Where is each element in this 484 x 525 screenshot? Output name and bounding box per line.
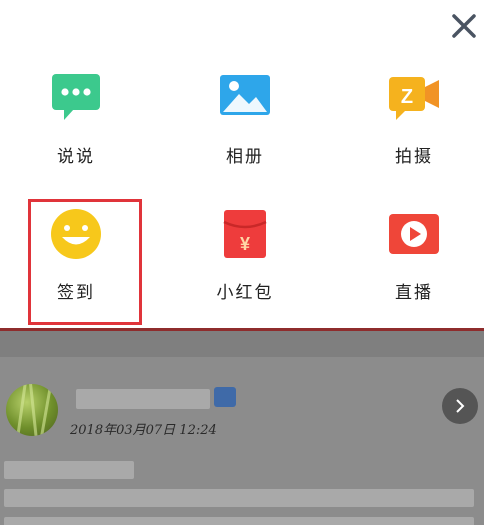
shuoshuo-label: 说说 [57,147,95,167]
smiley-icon [51,209,101,259]
album-label: 相册 [226,147,264,167]
share-sheet: 说说 相册 Z 拍摄 签到 ¥ 小红包 直播 [0,0,484,328]
post-timestamp: 2018年03月07日 12:24 [70,423,217,438]
close-icon [452,14,476,38]
live-play-icon [389,214,439,254]
shoot-label: 拍摄 [395,147,433,167]
close-button[interactable] [447,9,481,43]
red-envelope-icon: ¥ [223,210,267,258]
blurred-text-line-2 [4,489,474,507]
checkin-button[interactable]: 签到 [6,192,146,312]
blurred-text-line-1 [4,461,134,479]
checkin-label: 签到 [57,283,95,303]
feed-background-overlay[interactable]: 2018年03月07日 12:24 [0,331,484,525]
message-icon [52,74,100,120]
shuoshuo-button[interactable]: 说说 [6,56,146,176]
live-button[interactable]: 直播 [344,192,484,312]
blurred-username [76,389,210,409]
feed-top-band [0,331,484,357]
album-button[interactable]: 相册 [175,56,315,176]
red-packet-button[interactable]: ¥ 小红包 [175,192,315,312]
vip-badge-icon [214,387,236,407]
svg-text:Z: Z [401,86,413,108]
avatar[interactable] [6,384,58,436]
live-label: 直播 [395,283,433,303]
chevron-right-icon [456,399,465,413]
expand-button[interactable] [442,388,478,424]
blurred-text-line-3 [4,517,474,525]
shoot-button[interactable]: Z 拍摄 [344,56,484,176]
photo-album-icon [220,75,270,115]
svg-text:¥: ¥ [240,234,250,254]
video-camera-icon: Z [389,77,439,120]
red-packet-label: 小红包 [216,283,274,303]
